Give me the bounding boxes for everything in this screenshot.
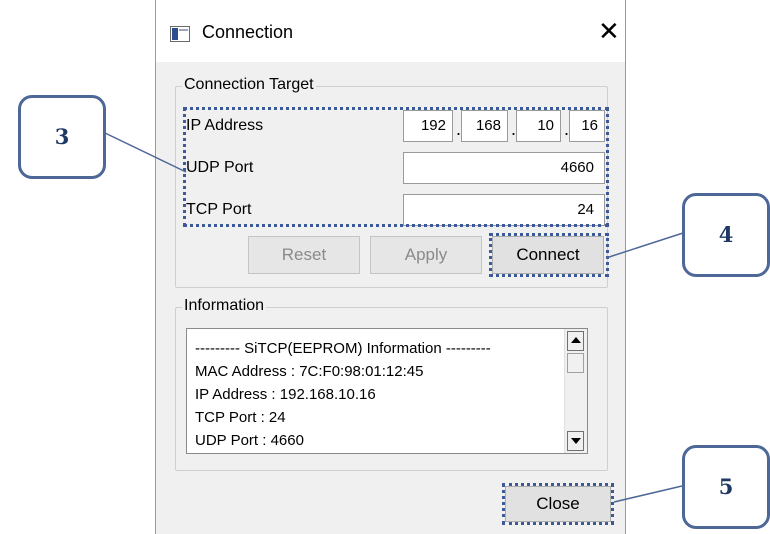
callout-5: 5	[682, 445, 770, 529]
callout-4-connector	[605, 232, 684, 259]
callout-5-connector	[613, 485, 683, 503]
callout-4: 4	[682, 193, 770, 277]
callout-connectors	[104, 132, 684, 503]
callout-3-connector	[104, 132, 187, 173]
callout-3: 3	[18, 95, 106, 179]
